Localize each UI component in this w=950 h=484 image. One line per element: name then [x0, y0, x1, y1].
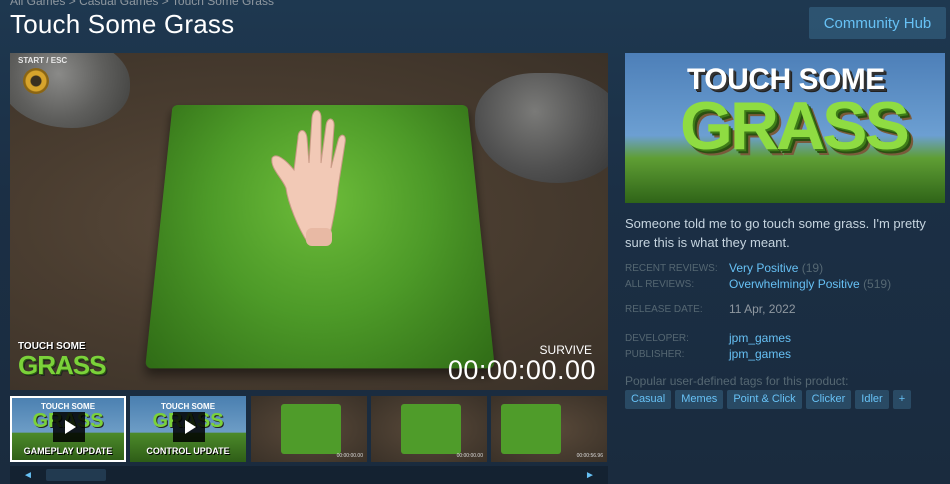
breadcrumb-casual-games[interactable]: Casual Games — [79, 0, 158, 8]
tag-memes[interactable]: Memes — [675, 390, 724, 409]
play-icon — [53, 412, 85, 442]
scroll-right-button[interactable]: ► — [572, 466, 608, 484]
all-reviews-summary[interactable]: Overwhelmingly Positive — [729, 277, 860, 291]
thumb-timer: 00:00:00.00 — [336, 453, 363, 459]
all-reviews-label: ALL REVIEWS: — [625, 279, 695, 290]
thumb-grass — [501, 404, 561, 454]
thumb-grass — [401, 404, 461, 454]
scroll-thumb[interactable] — [46, 469, 106, 481]
scroll-left-button[interactable]: ◄ — [10, 466, 46, 484]
game-description: Someone told me to go touch some grass. … — [625, 216, 926, 250]
thumbnail-video-gameplay-update[interactable]: TOUCH SOME GRASS GAMEPLAY UPDATE — [10, 396, 126, 462]
play-icon — [173, 412, 205, 442]
release-date-value: 11 Apr, 2022 — [729, 302, 796, 316]
thumbnail-video-control-update[interactable]: TOUCH SOME GRASS CONTROL UPDATE — [130, 396, 246, 462]
recent-reviews-count: (19) — [801, 261, 824, 275]
tags-label: Popular user-defined tags for this produ… — [625, 374, 849, 388]
tag-list: Casual Memes Point & Click Clicker Idler… — [625, 390, 912, 409]
all-reviews-count: (519) — [863, 277, 892, 291]
header-capsule-image: TOUCH SOME GRASS — [625, 53, 945, 203]
survive-timer: 00:00:00.00 — [447, 355, 596, 385]
publisher-label: PUBLISHER: — [625, 349, 685, 360]
breadcrumb: All Games > Casual Games > Touch Some Gr… — [10, 0, 274, 8]
thumbnail-strip: TOUCH SOME GRASS GAMEPLAY UPDATE TOUCH S… — [10, 396, 608, 462]
breadcrumb-separator: > — [161, 0, 169, 8]
capsule-title-big: GRASS — [680, 88, 910, 164]
breadcrumb-all-games[interactable]: All Games — [10, 0, 65, 8]
start-esc-label: START / ESC — [18, 56, 68, 65]
recent-reviews-label: RECENT REVIEWS: — [625, 263, 718, 274]
tag-casual[interactable]: Casual — [625, 390, 672, 409]
thumbnail-scrollbar[interactable]: ◄ ► — [10, 466, 608, 484]
thumb-timer: 00:00:00.00 — [456, 453, 483, 459]
thumbnail-screenshot[interactable]: 00:00:00.00 — [251, 396, 367, 462]
publisher-link[interactable]: jpm_games — [729, 347, 791, 361]
thumbnail-screenshot[interactable]: 00:00:00.00 — [371, 396, 487, 462]
all-reviews-value: Overwhelmingly Positive (519) — [729, 277, 891, 291]
thumb-caption: CONTROL UPDATE — [146, 446, 230, 456]
hand-icon — [271, 110, 346, 246]
page-title: Touch Some Grass — [10, 9, 235, 39]
breadcrumb-current[interactable]: Touch Some Grass — [172, 0, 274, 8]
thumbnail-screenshot[interactable]: 00:00:56.96 — [491, 396, 607, 462]
game-logo: TOUCH SOME GRASS — [18, 341, 108, 386]
thumb-timer: 00:00:56.96 — [576, 453, 603, 459]
developer-link[interactable]: jpm_games — [729, 331, 791, 345]
add-tag-button[interactable]: + — [892, 390, 912, 409]
tag-clicker[interactable]: Clicker — [805, 390, 852, 409]
breadcrumb-separator: > — [68, 0, 76, 8]
recent-reviews-summary[interactable]: Very Positive — [729, 261, 798, 275]
release-date-label: RELEASE DATE: — [625, 304, 703, 315]
developer-label: DEVELOPER: — [625, 333, 689, 344]
main-screenshot[interactable]: START / ESC TOUCH SOME GRASS SURVIVE 00:… — [10, 53, 608, 390]
thumb-grass — [281, 404, 341, 454]
rock-decoration — [475, 73, 608, 183]
recent-reviews-value: Very Positive (19) — [729, 261, 823, 275]
gear-icon — [23, 68, 49, 94]
tag-idler[interactable]: Idler — [855, 390, 889, 409]
tag-point-and-click[interactable]: Point & Click — [727, 390, 802, 409]
community-hub-button[interactable]: Community Hub — [809, 7, 946, 39]
logo-big-text: GRASS — [18, 350, 106, 380]
thumb-caption: GAMEPLAY UPDATE — [23, 446, 113, 456]
